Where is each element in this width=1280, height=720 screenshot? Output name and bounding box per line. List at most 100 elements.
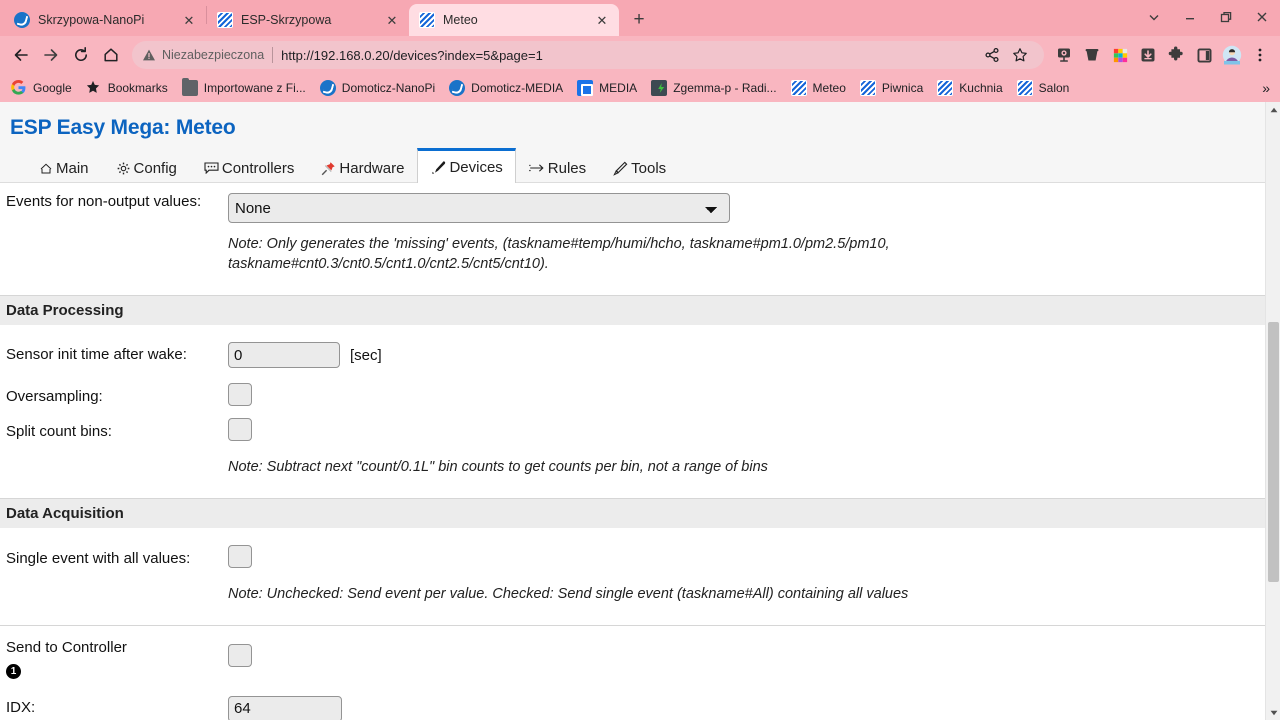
tab-strip: Skrzypowa-NanoPi ✕ ESP-Skrzypowa ✕ Meteo…: [0, 0, 1280, 36]
section-data-processing: Data Processing: [0, 296, 1265, 325]
tab-label: Devices: [449, 158, 503, 176]
data-processing-note: Note: Subtract next "count/0.1L" bin cou…: [0, 446, 1265, 477]
folder-icon: [181, 78, 198, 96]
sensor-init-field: [sec]: [228, 342, 1265, 368]
home-button[interactable]: [96, 40, 126, 70]
close-icon[interactable]: ✕: [180, 11, 198, 29]
bookmark-importowane[interactable]: Importowane z Fi...: [175, 77, 313, 99]
bookmark-google[interactable]: Google: [4, 77, 79, 99]
bookmark-domoticz-media[interactable]: Domoticz-MEDIA: [442, 77, 570, 99]
page-header: ESP Easy Mega: Meteo Main Config Control…: [0, 102, 1265, 183]
split-count-bins-checkbox[interactable]: [228, 418, 252, 441]
oversampling-label: Oversampling:: [6, 387, 103, 405]
send-to-controller-field: [228, 639, 1265, 672]
events-note: Note: Only generates the 'missing' event…: [0, 223, 1265, 274]
events-select[interactable]: None: [228, 193, 730, 223]
bookmark-domoticz-nanopi[interactable]: Domoticz-NanoPi: [313, 77, 442, 99]
bookmark-label: Google: [33, 81, 72, 95]
tab-controllers[interactable]: Controllers: [190, 152, 308, 183]
esp-easy-icon: [859, 80, 876, 96]
browser-tab-skrzypowa-nanopi[interactable]: Skrzypowa-NanoPi ✕: [4, 4, 206, 36]
tab-title: Meteo: [443, 13, 478, 27]
browser-window: Skrzypowa-NanoPi ✕ ESP-Skrzypowa ✕ Meteo…: [0, 0, 1280, 720]
bookmark-media[interactable]: MEDIA: [570, 77, 644, 99]
close-icon[interactable]: ✕: [383, 11, 401, 29]
chrome-menu-icon[interactable]: [1246, 41, 1274, 69]
tab-hardware[interactable]: Hardware: [307, 152, 417, 183]
close-window-icon[interactable]: [1244, 0, 1280, 34]
sensor-init-input[interactable]: [228, 342, 340, 368]
profile-avatar[interactable]: [1218, 41, 1246, 69]
single-event-row: Single event with all values:: [0, 528, 1265, 573]
tab-label: Controllers: [221, 159, 295, 177]
devices-form: Events for non-output values: None Note:…: [0, 183, 1265, 720]
back-button[interactable]: [6, 40, 36, 70]
close-icon[interactable]: ✕: [593, 11, 611, 29]
bookmark-zgemma[interactable]: Zgemma-p - Radi...: [644, 77, 783, 99]
bookmark-kuchnia[interactable]: Kuchnia: [930, 77, 1009, 99]
oversampling-checkbox[interactable]: [228, 383, 252, 406]
oversampling-row: Oversampling:: [0, 368, 1265, 411]
domoticz-icon: [14, 12, 30, 28]
tab-label: Tools: [631, 159, 667, 177]
oversampling-field: [228, 383, 1265, 411]
bookmark-meteo[interactable]: Meteo: [784, 77, 853, 99]
security-status[interactable]: Niezabezpieczona: [142, 48, 264, 62]
address-bar[interactable]: Niezabezpieczona http://192.168.0.20/dev…: [132, 41, 1044, 69]
esp-easy-icon: [790, 80, 807, 96]
maximize-restore-icon[interactable]: [1208, 0, 1244, 34]
forward-button[interactable]: [36, 40, 66, 70]
bookmark-salon[interactable]: Salon: [1010, 77, 1077, 99]
page-scrollbar[interactable]: [1265, 102, 1280, 720]
tab-devices[interactable]: Devices: [417, 148, 516, 183]
browser-tab-esp-skrzypowa[interactable]: ESP-Skrzypowa ✕: [207, 4, 409, 36]
tab-config[interactable]: Config: [102, 152, 190, 183]
color-grid-icon[interactable]: [1106, 41, 1134, 69]
tab-rules[interactable]: Rules: [516, 152, 599, 183]
pen-icon: [430, 159, 447, 175]
idx-input[interactable]: [228, 695, 342, 720]
split-count-bins-label: Split count bins:: [6, 422, 112, 440]
bookmark-label: Salon: [1038, 81, 1070, 95]
domoticz-icon: [449, 80, 466, 96]
controller-index-badge: 1: [6, 664, 21, 680]
share-icon[interactable]: [978, 41, 1006, 69]
reload-button[interactable]: [66, 40, 96, 70]
scroll-down-arrow[interactable]: [1266, 705, 1280, 720]
tab-title: ESP-Skrzypowa: [241, 13, 332, 27]
send-to-controller-label-block: Send to Controller 1: [0, 639, 228, 680]
sensor-init-unit: [sec]: [350, 346, 382, 364]
side-panel-icon[interactable]: [1190, 41, 1218, 69]
browser-tab-meteo[interactable]: Meteo ✕: [409, 4, 619, 36]
bookmarks-overflow-button[interactable]: »: [1256, 80, 1276, 96]
tab-tools[interactable]: Tools: [599, 152, 679, 183]
webcam-icon[interactable]: [1050, 41, 1078, 69]
scroll-up-arrow[interactable]: [1266, 102, 1280, 117]
idx-field: [228, 695, 1265, 720]
bookmark-label: Zgemma-p - Radi...: [673, 81, 777, 95]
download-icon[interactable]: [1134, 41, 1162, 69]
sensor-init-label: Sensor init time after wake:: [6, 345, 187, 363]
single-event-field: [228, 545, 1265, 573]
tab-search-icon[interactable]: [1136, 0, 1172, 34]
sensor-init-row: Sensor init time after wake: [sec]: [0, 325, 1265, 368]
minimize-icon[interactable]: [1172, 0, 1208, 34]
single-event-checkbox[interactable]: [228, 545, 252, 568]
bucket-icon[interactable]: [1078, 41, 1106, 69]
new-tab-button[interactable]: +: [625, 6, 653, 34]
tab-label: Rules: [547, 159, 587, 177]
bookmark-bookmarks[interactable]: Bookmarks: [79, 77, 175, 99]
scrollbar-thumb[interactable]: [1268, 322, 1279, 582]
send-to-controller-checkbox[interactable]: [228, 644, 252, 667]
bookmark-label: Piwnica: [881, 81, 924, 95]
extensions-puzzle-icon[interactable]: [1162, 41, 1190, 69]
window-controls: [1136, 0, 1280, 34]
idx-row: IDX:: [0, 680, 1265, 720]
tab-main[interactable]: Main: [24, 152, 102, 183]
url-text[interactable]: http://192.168.0.20/devices?index=5&page…: [281, 48, 543, 63]
star-icon[interactable]: [1006, 41, 1034, 69]
bookmark-piwnica[interactable]: Piwnica: [853, 77, 930, 99]
browser-toolbar: Niezabezpieczona http://192.168.0.20/dev…: [0, 36, 1280, 74]
warning-icon: [142, 48, 156, 62]
bookmarks-bar: Google Bookmarks Importowane z Fi... Dom…: [0, 74, 1280, 102]
